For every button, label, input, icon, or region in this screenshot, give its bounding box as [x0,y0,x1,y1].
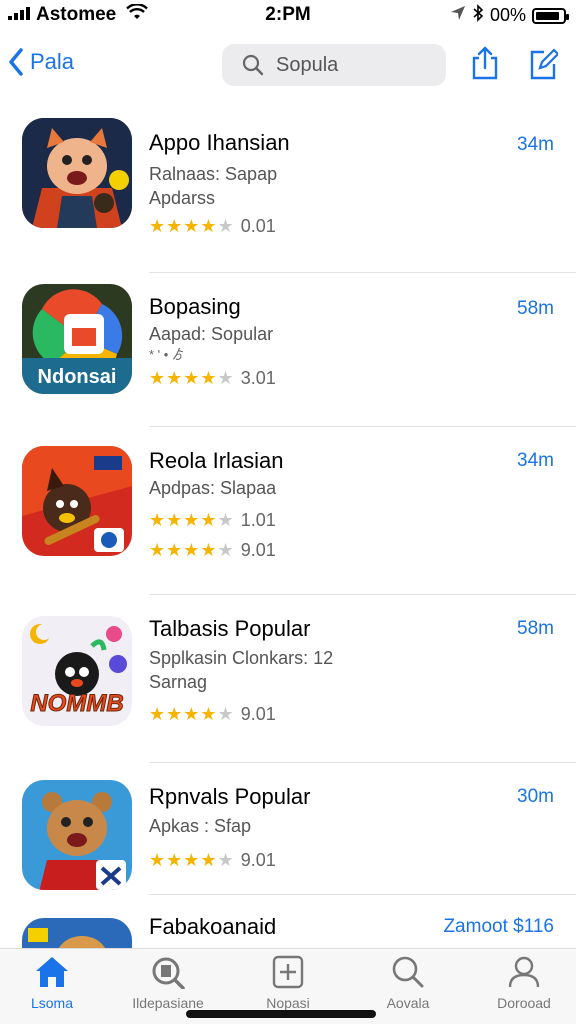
rating-value: 1.01 [240,510,276,530]
nav-bar: Pala Sopula [0,38,576,94]
app-icon: Ndonsai [22,284,132,394]
app-subtitle: Ralnaas: Sapap [149,164,278,184]
back-button[interactable]: Pala [8,48,74,76]
location-icon [450,5,466,26]
tab-profile[interactable]: Dorooad [474,955,574,1011]
app-rating-secondary: ★★★★★ 9.01 [149,540,276,561]
star-rating: ★★★★★ [149,704,235,724]
bluetooth-icon [472,4,484,27]
app-rating: ★★★★★ 3.01 [149,368,276,389]
rating-value: 3.01 [240,368,276,388]
app-title: Fabakoanaid [149,914,277,939]
home-indicator[interactable] [186,1010,376,1018]
battery-percent: 00% [489,5,526,25]
search-placeholder: Sopula [276,53,339,76]
home-icon [36,957,68,987]
add-square-icon [272,955,304,989]
app-title: Talbasis Popular [149,616,311,641]
divider [149,426,576,427]
divider [149,894,576,895]
chevron-left-icon [9,48,23,76]
share-button[interactable] [470,46,500,80]
tab-updates[interactable]: Ildepasiane [118,955,218,1011]
tab-label: Nopasi [266,995,310,1011]
rating-value: 9.01 [240,850,276,870]
star-rating: ★★★★★ [149,540,235,560]
search-badge-icon [152,957,185,989]
get-button[interactable]: 34m [517,134,554,156]
app-category: Apdarss [149,188,216,208]
divider [149,272,576,273]
get-button[interactable]: 30m [517,786,554,808]
app-title: Reola Irlasian [149,448,284,473]
status-right: 00% [450,4,569,27]
app-icon [22,446,132,556]
person-icon [508,956,540,988]
get-button[interactable]: 34m [517,450,554,472]
divider [149,762,576,763]
tab-add[interactable]: Nopasi [238,955,338,1011]
app-icon [22,780,132,890]
app-title: Rpnvals Popular [149,784,311,809]
status-bar: Astomee 2:PM 00% [0,0,576,30]
get-button[interactable]: Zamoot $116 [443,916,554,938]
tab-label: Aovala [386,995,430,1011]
app-subtitle: Aapad: Sopular [149,324,274,344]
list-item[interactable]: Fabakoanaid Zamoot $116 [0,912,576,948]
app-rating: ★★★★★ 9.01 [149,704,276,725]
app-rating: ★★★★★ 1.01 [149,510,276,531]
app-rating: ★★★★★ 9.01 [149,850,276,871]
search-icon [392,956,424,988]
rating-value: 0.01 [240,216,276,236]
tab-label: Lsoma [30,995,74,1011]
search-icon [242,54,264,76]
star-rating: ★★★★★ [149,368,235,388]
app-title: Appo Ihansian [149,130,290,155]
app-subtitle: Apkas : Sfap [149,816,252,836]
compose-icon [530,48,560,80]
star-rating: ★★★★★ [149,510,235,530]
app-icon [22,118,132,228]
app-subtitle: Spplkasin Clonkars: 12 [149,648,334,668]
app-icon: NOMMB [22,616,132,726]
app-icon [22,918,132,948]
app-category: * ' • ゟ [149,347,185,362]
rating-value: 9.01 [240,704,276,724]
app-icon-text: Ndonsai [37,366,117,388]
app-rating: ★★★★★ 0.01 [149,216,276,237]
back-label: Pala [30,49,75,74]
get-button[interactable]: 58m [517,298,554,320]
app-category: Sarnag [149,672,208,692]
app-icon-text: NOMMB [30,690,124,718]
star-rating: ★★★★★ [149,850,235,870]
battery-icon [532,7,569,24]
search-field[interactable]: Sopula [222,44,446,86]
compose-button[interactable] [528,46,560,80]
rating-value: 9.01 [240,540,276,560]
tab-search[interactable]: Aovala [358,955,458,1011]
divider [149,594,576,595]
app-title: Bopasing [149,294,241,319]
tab-home[interactable]: Lsoma [2,955,102,1011]
tab-label: Dorooad [497,995,551,1011]
tab-label: Ildepasiane [132,995,204,1011]
share-icon [472,46,498,80]
get-button[interactable]: 58m [517,618,554,640]
app-subtitle: Apdpas: Slapaa [149,478,277,498]
star-rating: ★★★★★ [149,216,235,236]
